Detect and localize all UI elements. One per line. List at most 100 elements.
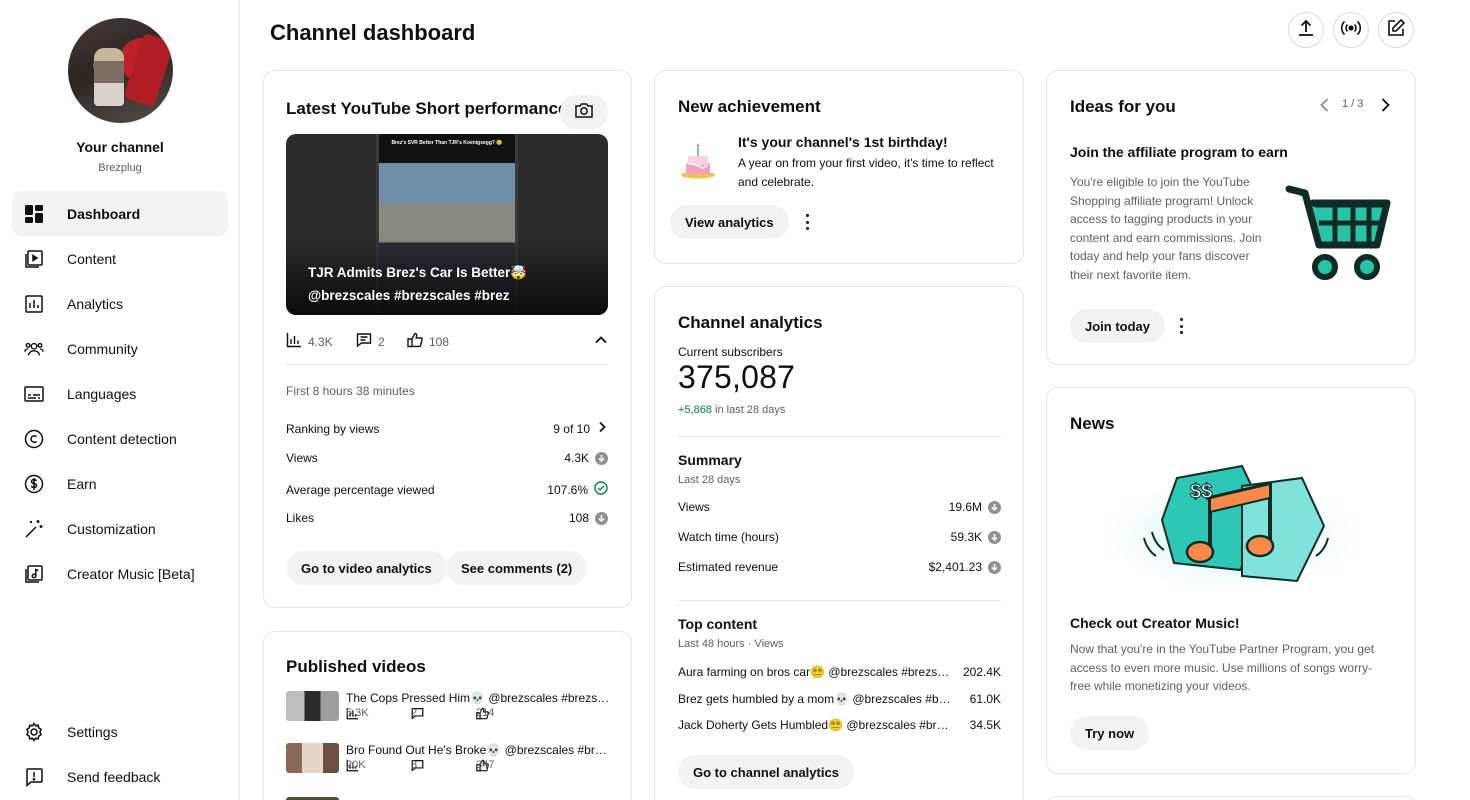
news-card: News $$ Check out Creator Music! Now tha… [1046, 387, 1416, 774]
sidebar-item-label: Analytics [67, 295, 124, 312]
join-today-button[interactable]: Join today [1070, 309, 1166, 343]
sidebar-item-dashboard[interactable]: Dashboard [12, 191, 228, 236]
news-body: Now that you're in the YouTube Partner P… [1070, 642, 1375, 693]
chevron-left-icon[interactable] [1318, 97, 1332, 118]
arrow-down-icon [595, 451, 608, 465]
more-vert-icon[interactable] [805, 214, 809, 230]
summary-period: Last 28 days [678, 474, 741, 486]
summary-row-views: Views 19.6M [678, 500, 1001, 514]
bar-chart-icon [286, 332, 302, 351]
go-to-video-analytics-button[interactable]: Go to video analytics [286, 551, 447, 585]
channel-handle: Brezplug [98, 162, 142, 174]
video-likes: 214 [476, 707, 495, 719]
gear-icon [24, 721, 44, 742]
comment-icon [356, 332, 372, 351]
subscribers-label: Current subscribers [678, 345, 783, 359]
top-content-row[interactable]: Jack Doherty Gets Humbled😵‍💫 @brezscales… [678, 718, 1001, 732]
top-content-row[interactable]: Aura farming on bros car😵‍💫 @brezscales … [678, 665, 1001, 679]
summary-row-revenue: Estimated revenue $2,401.23 [678, 560, 1001, 574]
arrow-down-icon [988, 500, 1001, 514]
list-item[interactable]: Bro Found Out He's Broke💀 @brezscales #b… [286, 743, 616, 783]
channel-avatar[interactable] [68, 18, 173, 123]
row-label: Estimated revenue [678, 560, 779, 574]
top-content-title-text: Brez gets humbled by a mom💀 @brezscales … [678, 692, 953, 706]
chevron-right-icon [596, 421, 608, 436]
sidebar-item-analytics[interactable]: Analytics [12, 281, 228, 326]
row-label: Likes [286, 511, 315, 525]
sidebar-item-settings[interactable]: Settings [12, 709, 228, 754]
video-thumbnail [286, 743, 339, 773]
row-value: 108 [568, 511, 589, 525]
see-comments-button[interactable]: See comments (2) [446, 551, 588, 585]
content-icon [24, 249, 44, 269]
sidebar-item-community[interactable]: Community [12, 326, 228, 371]
copyright-icon [24, 429, 44, 449]
views-row: Views 4.3K [286, 451, 608, 465]
dashboard-icon [24, 204, 44, 224]
live-icon [1340, 18, 1362, 43]
list-item[interactable]: The Cops Pressed Him💀 @brezscales #brezs… [286, 691, 616, 731]
check-circle-icon [594, 481, 608, 498]
sidebar-item-earn[interactable]: Earn [12, 461, 228, 506]
achievement-body: A year on from your first video, it's ti… [738, 156, 994, 189]
create-post-button[interactable] [1378, 12, 1414, 48]
sidebar-item-label: Earn [67, 475, 97, 492]
sidebar: Your channel Brezplug Dashboard Content … [0, 0, 240, 800]
row-label: Views [678, 500, 710, 514]
row-label: Ranking by views [286, 421, 380, 436]
go-to-channel-analytics-button[interactable]: Go to channel analytics [678, 755, 854, 789]
go-live-button[interactable] [1333, 12, 1369, 48]
community-icon [24, 339, 44, 359]
video-views: 5.3K [346, 707, 369, 719]
page-title: Channel dashboard [270, 20, 476, 45]
arrow-down-icon [595, 511, 608, 525]
screenshot-button[interactable] [560, 95, 608, 129]
row-value: $2,401.23 [928, 560, 982, 574]
video-likes: 347 [476, 759, 495, 771]
pager-text: 1 / 3 [1342, 98, 1364, 110]
row-label: Average percentage viewed [286, 482, 435, 497]
published-videos-card: Published videos The Cops Pressed Him💀 @… [263, 631, 632, 800]
short-likes-stat: 108 [407, 332, 449, 351]
view-analytics-button[interactable]: View analytics [670, 205, 789, 239]
sidebar-item-languages[interactable]: Languages [12, 371, 228, 416]
sidebar-item-label: Customization [67, 520, 156, 537]
analytics-icon [24, 294, 44, 314]
subscribers-change: +5,868 in last 28 days [678, 404, 785, 416]
divider [678, 436, 1001, 437]
sidebar-item-customization[interactable]: Customization [12, 506, 228, 551]
sidebar-item-creator-music[interactable]: Creator Music [Beta] [12, 551, 228, 596]
sidebar-item-content-detection[interactable]: Content detection [12, 416, 228, 461]
card-title: Latest YouTube Short performance [286, 99, 568, 118]
card-title: Ideas for you [1070, 97, 1176, 116]
sidebar-item-feedback[interactable]: Send feedback [12, 754, 228, 799]
top-content-row[interactable]: Brez gets humbled by a mom💀 @brezscales … [678, 692, 1001, 706]
summary-row-watch-time: Watch time (hours) 59.3K [678, 530, 1001, 544]
row-value: 19.6M [948, 500, 982, 514]
sidebar-item-label: Languages [67, 385, 137, 402]
collapse-chevron-icon[interactable] [594, 333, 608, 352]
short-likes: 108 [429, 334, 450, 349]
more-vert-icon[interactable] [1179, 318, 1183, 334]
creator-music-illustration: $$ [1092, 448, 1372, 598]
thumbs-up-icon [407, 332, 423, 351]
likes-row: Likes 108 [286, 511, 608, 525]
top-content-title: Top content [678, 616, 758, 632]
short-thumbnail[interactable]: Brez's SVR Better Than TJR's Koenigsegg?… [286, 134, 608, 315]
chevron-right-icon[interactable] [1378, 97, 1392, 118]
achievement-headline: It's your channel's 1st birthday! [738, 134, 948, 150]
camera-icon [574, 101, 594, 124]
your-channel-label[interactable]: Your channel [0, 139, 240, 155]
upload-button[interactable] [1288, 12, 1324, 48]
sidebar-item-content[interactable]: Content [12, 236, 228, 281]
avg-viewed-row: Average percentage viewed 107.6% [286, 481, 608, 498]
video-title: The Cops Pressed Him💀 @brezscales #brezs… [346, 691, 611, 705]
achievement-card: New achievement It's your channel's 1st … [654, 70, 1024, 264]
video-title: Bro Found Out He's Broke💀 @brezscales #b… [346, 743, 611, 757]
ranking-row[interactable]: Ranking by views 9 of 10 [286, 421, 608, 436]
sidebar-item-label: Settings [67, 723, 118, 740]
top-content-title-text: Jack Doherty Gets Humbled😵‍💫 @brezscales… [678, 718, 953, 732]
top-content-value: 61.0K [969, 692, 1001, 706]
card-title: News [1070, 414, 1115, 433]
try-now-button[interactable]: Try now [1070, 716, 1150, 750]
